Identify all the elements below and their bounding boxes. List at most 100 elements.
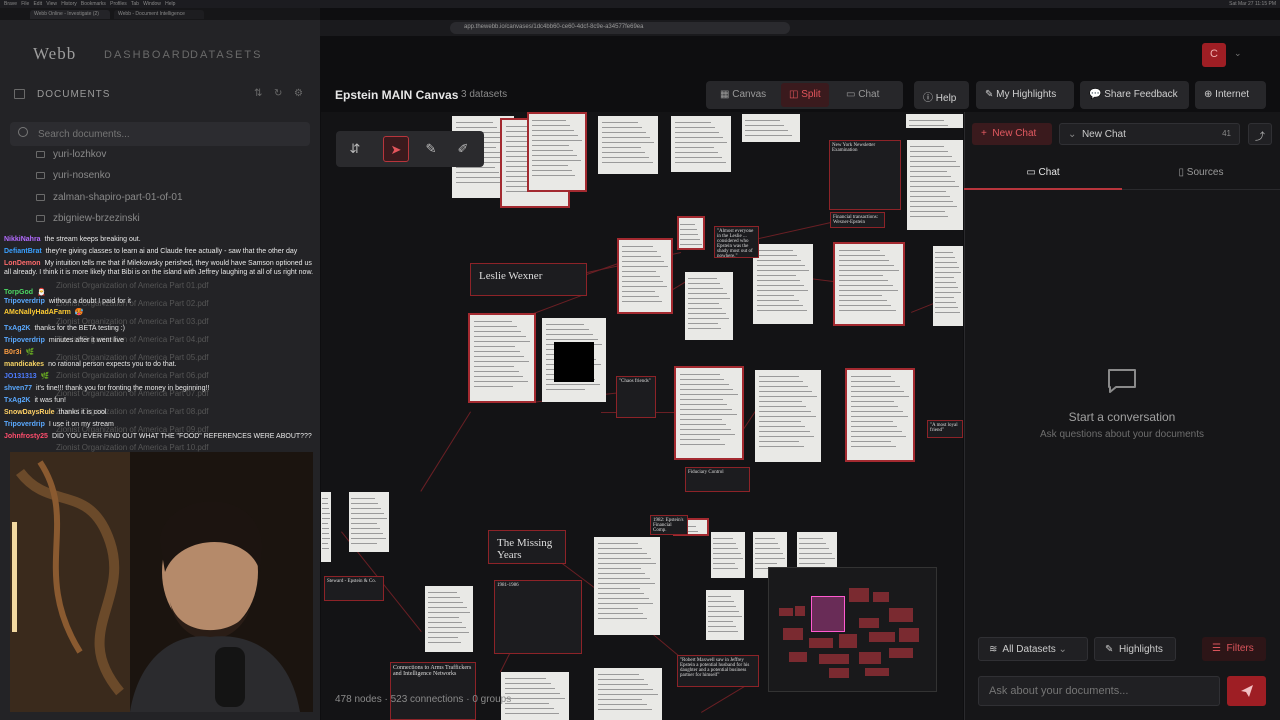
document-node[interactable] — [671, 116, 731, 172]
tree-folder[interactable]: zbigniew-brzezinski — [36, 213, 140, 224]
refresh-icon[interactable]: ↻ — [274, 88, 282, 99]
settings-icon[interactable]: ⚙ — [294, 88, 303, 99]
menu-bookmarks[interactable]: Bookmarks — [81, 1, 106, 7]
share-icon[interactable]: ⤴ — [1248, 123, 1272, 145]
document-text-line — [839, 290, 898, 291]
url-bar[interactable]: app.thewebb.io/canvases/1dc4bb60-ce60-4d… — [450, 22, 790, 34]
send-button[interactable] — [1227, 676, 1266, 706]
document-text-line — [427, 607, 467, 608]
card-fiduciary-control[interactable]: Fiduciary Control — [685, 467, 750, 492]
document-node[interactable] — [677, 216, 705, 250]
menu-window[interactable]: Window — [143, 1, 161, 7]
browser-tab[interactable]: Webb - Document Intelligence — [114, 10, 204, 19]
chat-session-select[interactable]: ⌄ New Chat 41 — [1059, 123, 1240, 145]
sidebar-panel-icon[interactable] — [14, 89, 25, 99]
menu-help[interactable]: Help — [165, 1, 175, 7]
document-node[interactable] — [594, 668, 662, 720]
tab-sources[interactable]: ▯ Sources — [1122, 156, 1280, 190]
tree-folder[interactable]: zalman-shapiro-part-01-of-01 — [36, 192, 183, 203]
document-node[interactable] — [425, 586, 473, 652]
document-node[interactable] — [468, 313, 536, 403]
document-node[interactable] — [833, 242, 905, 326]
document-node[interactable] — [755, 370, 821, 462]
highlights-button[interactable]: ✎ Highlights — [1094, 637, 1176, 661]
document-node[interactable] — [933, 246, 963, 326]
chat-username: AMcNallyHadAFarm — [4, 309, 71, 316]
sort-icon[interactable]: ⇅ — [254, 88, 262, 99]
pen-icon[interactable]: ✎ — [418, 136, 444, 162]
document-node[interactable] — [349, 492, 389, 552]
document-text-line — [756, 285, 804, 286]
menu-profiles[interactable]: Profiles — [110, 1, 127, 7]
document-node[interactable] — [706, 590, 744, 640]
card-chaos-friends[interactable]: "Chaos friends" — [616, 376, 656, 418]
menu-tab[interactable]: Tab — [131, 1, 139, 7]
tab-chat[interactable]: ▭ Chat — [964, 156, 1122, 190]
view-split-button[interactable]: ◫ Split — [781, 83, 829, 107]
canvas-minimap[interactable] — [768, 567, 937, 692]
menu-view[interactable]: View — [46, 1, 57, 7]
tree-folder[interactable]: yuri-lozhkov — [36, 149, 106, 160]
datasets-filter-select[interactable]: ≋ All Datasets ⌄ — [978, 637, 1088, 661]
menu-file[interactable]: File — [21, 1, 29, 7]
avatar[interactable]: C — [1202, 43, 1226, 67]
card-steward[interactable]: Steward - Epstein & Co. — [324, 576, 384, 601]
document-text-line — [674, 157, 722, 158]
document-text-line — [321, 538, 331, 539]
new-chat-button[interactable]: + New Chat — [972, 123, 1052, 145]
my-highlights-button[interactable]: ✎ My Highlights — [976, 81, 1074, 109]
nav-dashboard[interactable]: DASHBOARD — [104, 49, 192, 61]
internet-button[interactable]: ⊕ Internet — [1195, 81, 1266, 109]
document-node[interactable] — [742, 114, 800, 142]
document-node[interactable] — [685, 272, 733, 340]
document-node[interactable] — [321, 492, 331, 562]
document-node[interactable] — [907, 140, 963, 230]
browser-tab[interactable]: Webb Online - Investigate (2) — [30, 10, 110, 19]
filters-button[interactable]: ☰ Filters — [1202, 637, 1266, 661]
chevron-down-icon[interactable]: ⌄ — [1234, 48, 1242, 59]
help-button[interactable]: ⓘ Help — [914, 81, 969, 109]
card-financial-transactions[interactable]: Financial transactions: Wexner-Epstein — [830, 212, 885, 228]
card-timeline-1981[interactable]: 1981-1986 — [494, 580, 582, 654]
menu-edit[interactable]: Edit — [33, 1, 42, 7]
tree-folder[interactable]: yuri-nosenko — [36, 170, 110, 181]
document-text-line — [687, 323, 719, 324]
app-logo[interactable]: Webb — [33, 44, 76, 64]
document-text-line — [351, 508, 381, 509]
nav-datasets[interactable]: DATASETS — [190, 49, 262, 61]
card-maxwell-quote[interactable]: "Robert Maxwell saw in Jeffrey Epstein a… — [677, 655, 759, 687]
card-arms-connections[interactable]: Connections to Arms Traffickers and Inte… — [390, 662, 476, 720]
card-loyal-friend[interactable]: "A most loyal friend" — [927, 420, 963, 438]
empty-state-title: Start a conversation — [1068, 410, 1176, 424]
document-node[interactable] — [674, 366, 744, 460]
document-node[interactable] — [527, 112, 587, 192]
view-chat-button[interactable]: ▭ Chat — [838, 83, 887, 107]
share-feedback-button[interactable]: 💬 Share Feedback — [1080, 81, 1189, 109]
document-node[interactable] — [711, 532, 745, 578]
document-search-input[interactable] — [38, 126, 298, 142]
file-item[interactable]: Zionist Organization of America Part 10.… — [56, 443, 209, 452]
dataset-count[interactable]: 3 datasets — [461, 89, 507, 100]
document-node[interactable] — [845, 368, 915, 462]
view-canvas-button[interactable]: ▦ Canvas — [712, 83, 774, 107]
document-text-line — [850, 446, 896, 447]
pan-icon[interactable]: ⇵ — [342, 136, 368, 162]
card-financial-comp[interactable]: 1982: Epstein's Financial Comp. — [650, 515, 688, 535]
card-leslie-wexner[interactable]: Leslie Wexner — [470, 263, 587, 296]
document-node[interactable] — [594, 537, 660, 635]
card-almost-everyone[interactable]: "Almost everyone in the Leslie ... consi… — [714, 226, 759, 258]
document-node[interactable] — [753, 244, 813, 324]
highlighter-tool-icon[interactable]: ✐ — [450, 136, 476, 162]
card-nyt-examination[interactable]: New York Newsletter Examination — [829, 140, 901, 210]
document-node[interactable] — [598, 116, 658, 174]
menu-brave[interactable]: Brave — [4, 1, 17, 7]
pointer-icon[interactable]: ➤ — [383, 136, 409, 162]
menu-history[interactable]: History — [61, 1, 77, 7]
card-missing-years[interactable]: The Missing Years — [488, 530, 566, 564]
ask-input[interactable] — [978, 676, 1220, 706]
document-node[interactable] — [906, 114, 963, 128]
document-node[interactable] — [617, 238, 673, 314]
document-text-line — [839, 280, 889, 281]
minimap-viewport[interactable] — [811, 596, 845, 632]
document-text-line — [674, 137, 724, 138]
